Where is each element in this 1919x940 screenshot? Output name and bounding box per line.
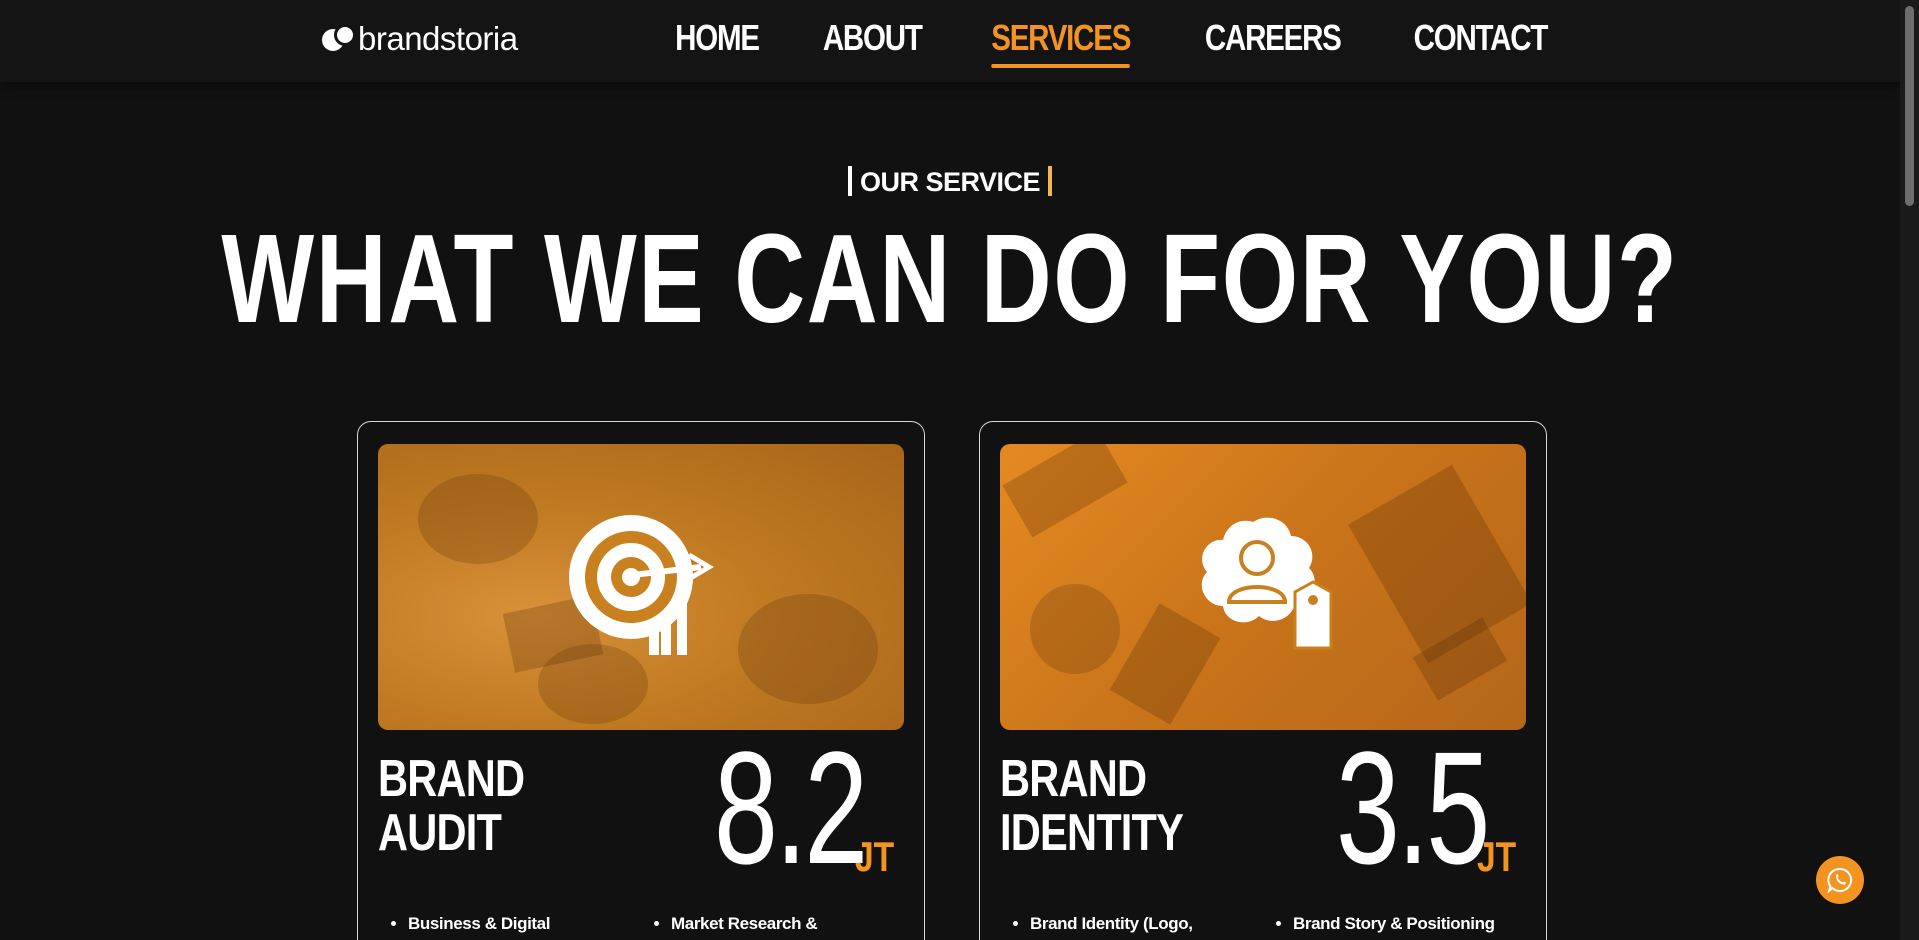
card-title: BRAND AUDIT <box>378 750 525 862</box>
site-header: brandstoria HOME ABOUT SERVICES CAREERS … <box>0 0 1900 82</box>
logo-mark-icon <box>322 24 356 54</box>
features-list-left: Business & Digital <box>378 912 641 936</box>
brand-identity-icon <box>1201 517 1333 650</box>
nav-item-contact[interactable]: CONTACT <box>1414 16 1549 60</box>
eyebrow-bar-left <box>847 166 852 196</box>
card-title-line2: IDENTITY <box>1000 804 1184 862</box>
card-price: 3.5 JT <box>1277 718 1526 897</box>
feature-item: Brand Identity (Logo, <box>1030 912 1263 936</box>
scrollbar-thumb[interactable] <box>1905 6 1914 206</box>
whatsapp-icon <box>1827 867 1852 893</box>
section-heading: WHAT WE CAN DO FOR YOU? <box>221 208 1679 349</box>
nav-item-home[interactable]: HOME <box>675 16 760 60</box>
target-icon <box>569 515 714 655</box>
price-value: 8.2 <box>713 718 867 897</box>
card-price: 8.2 JT <box>655 718 904 897</box>
card-title-line2: AUDIT <box>378 804 502 862</box>
price-unit: JT <box>1476 833 1517 880</box>
price-value: 3.5 <box>1335 718 1489 897</box>
card-image <box>378 444 904 730</box>
card-features: Brand Identity (Logo, Brand Story & Posi… <box>1000 912 1526 936</box>
card-features: Business & Digital Market Research & <box>378 912 904 936</box>
section-eyebrow: OUR SERVICE <box>0 166 1900 198</box>
card-image <box>1000 444 1526 730</box>
card-title-line1: BRAND <box>378 750 525 808</box>
nav-item-about[interactable]: ABOUT <box>823 16 923 60</box>
whatsapp-button[interactable] <box>1816 856 1864 904</box>
service-card-brand-audit[interactable]: BRAND AUDIT 8.2 JT Business & Digital Ma… <box>357 421 925 940</box>
logo-text: brandstoria <box>358 20 518 57</box>
price-unit: JT <box>854 833 895 880</box>
nav-item-services[interactable]: SERVICES <box>991 16 1132 68</box>
card-title: BRAND IDENTITY <box>1000 750 1184 862</box>
features-list-right: Market Research & <box>641 912 904 936</box>
features-list-right: Brand Story & Positioning <box>1263 912 1526 936</box>
main-nav: HOME ABOUT SERVICES CAREERS CONTACT <box>666 16 1562 68</box>
features-list-left: Brand Identity (Logo, <box>1000 912 1263 936</box>
brand-logo[interactable]: brandstoria <box>322 22 518 56</box>
eyebrow-bar-right <box>1048 166 1053 196</box>
service-card-brand-identity[interactable]: BRAND IDENTITY 3.5 JT Brand Identity (Lo… <box>979 421 1547 940</box>
eyebrow-text: OUR SERVICE <box>859 167 1041 197</box>
feature-item: Brand Story & Positioning <box>1293 912 1526 936</box>
nav-item-careers[interactable]: CAREERS <box>1205 16 1342 60</box>
card-title-line1: BRAND <box>1000 750 1147 808</box>
feature-item: Market Research & <box>671 912 904 936</box>
page-scrollbar[interactable] <box>1900 0 1919 940</box>
feature-item: Business & Digital <box>408 912 641 936</box>
